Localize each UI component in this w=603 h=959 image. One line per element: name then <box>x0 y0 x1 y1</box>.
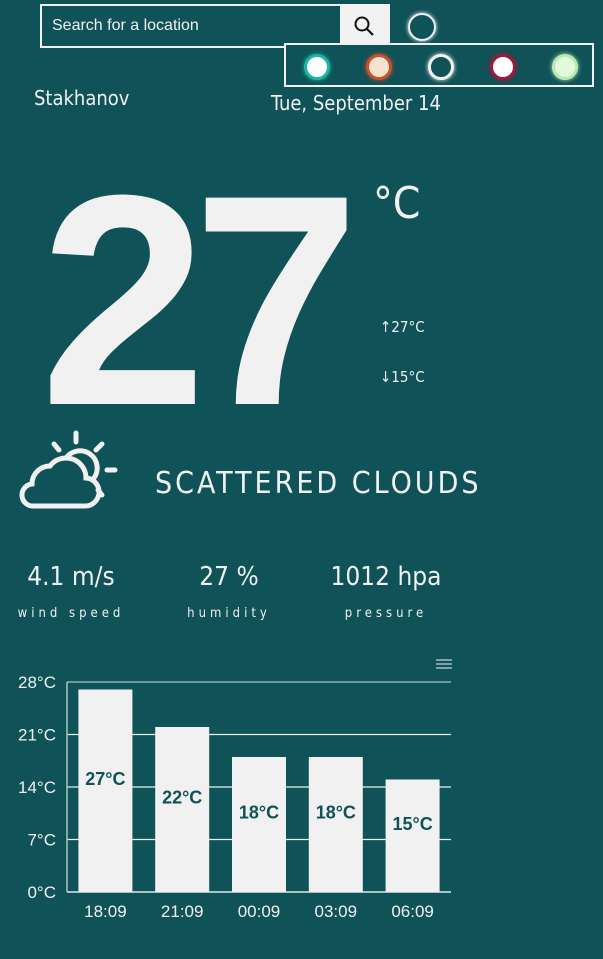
bar-data-label: 15°C <box>392 814 432 834</box>
x-tick-label: 03:09 <box>315 902 358 921</box>
low-temperature: ↓15°C <box>380 368 425 386</box>
x-tick-label: 21:09 <box>161 902 204 921</box>
humidity-stat: 27 % humidity <box>154 562 304 621</box>
location-name: Stakhanov <box>34 86 130 110</box>
x-tick-label: 00:09 <box>238 902 281 921</box>
y-tick-label: 7°C <box>27 831 56 850</box>
y-tick-label: 14°C <box>18 778 56 797</box>
humidity-label: humidity <box>187 606 271 621</box>
bar-data-label: 27°C <box>85 769 125 789</box>
theme-option-1[interactable] <box>304 54 330 80</box>
bar <box>78 689 133 892</box>
wind-speed-label: wind speed <box>17 606 125 621</box>
x-tick-label: 06:09 <box>391 902 434 921</box>
bar-data-label: 22°C <box>162 788 202 808</box>
wind-stat: 4.1 m/s wind speed <box>0 562 146 621</box>
bar <box>155 727 210 892</box>
current-temperature: 27 <box>40 132 360 468</box>
temperature-unit: °C <box>373 178 421 229</box>
bar <box>308 757 363 892</box>
humidity-value: 27 % <box>199 562 259 592</box>
bar-data-label: 18°C <box>316 803 356 823</box>
search-input[interactable] <box>42 6 340 46</box>
pressure-stat: 1012 hpa pressure <box>311 562 461 621</box>
theme-option-2[interactable] <box>366 54 392 80</box>
search-bar <box>40 4 390 48</box>
wind-speed-value: 4.1 m/s <box>27 562 115 592</box>
high-temperature: ↑27°C <box>380 318 425 336</box>
theme-option-4[interactable] <box>490 54 516 80</box>
search-button[interactable] <box>340 6 388 46</box>
x-tick-label: 18:09 <box>84 902 127 921</box>
theme-option-3[interactable] <box>428 54 454 80</box>
y-tick-label: 21°C <box>18 726 56 745</box>
pressure-label: pressure <box>344 606 428 621</box>
bar-data-label: 18°C <box>239 803 279 823</box>
theme-toggle-button[interactable] <box>408 13 436 41</box>
partly-cloudy-icon <box>19 430 118 509</box>
y-tick-label: 28°C <box>18 673 56 692</box>
bar <box>232 757 286 892</box>
chart-menu-icon[interactable] <box>436 659 452 669</box>
weather-description: SCATTERED CLOUDS <box>155 466 482 501</box>
y-tick-label: 0°C <box>27 883 56 902</box>
current-date: Tue, September 14 <box>271 91 441 115</box>
bar <box>385 779 440 892</box>
theme-option-5[interactable] <box>552 54 578 80</box>
search-icon <box>354 16 374 36</box>
theme-palette <box>284 43 594 87</box>
pressure-value: 1012 hpa <box>330 562 442 592</box>
forecast-chart: 0°C 7°C 14°C 21°C 28°C 27°C 18:09 22°C 21:09 18°C… <box>18 659 452 921</box>
